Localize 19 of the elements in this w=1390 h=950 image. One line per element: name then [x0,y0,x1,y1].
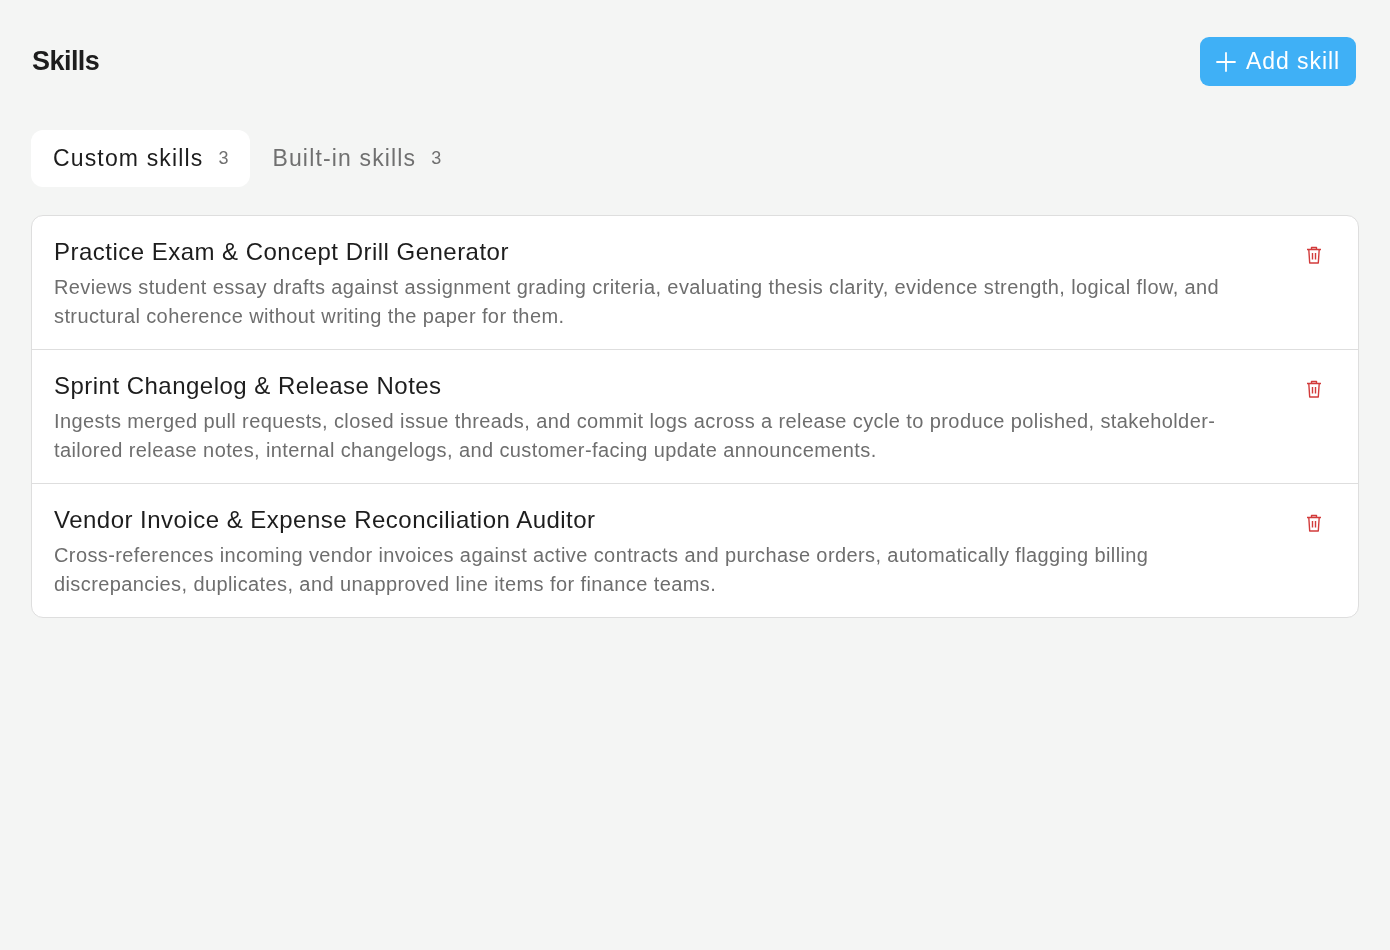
add-skill-button[interactable]: Add skill [1200,37,1356,86]
tab-count: 3 [218,147,229,170]
trash-icon [1306,514,1322,532]
tab[interactable]: Built-in skills 3 [250,130,464,187]
delete-button[interactable] [1305,513,1323,533]
skill-title: Practice Exam & Concept Drill Generator [54,237,510,267]
trash-icon [1306,246,1322,264]
page-title: Skills [32,45,100,79]
skill-description: Reviews student essay drafts against assignment grading criteria, evaluating thesis clarity, evidence strength, logical flow, and structural coherence without writing the paper for them. [54,275,1221,329]
trash-icon [1306,380,1322,398]
tab-count: 3 [431,147,442,170]
skill-description: Ingests merged pull requests, closed issue threads, and commit logs across a release cycle to produce polished, stakeholder-tailored release notes, internal changelogs, and customer-facing update announcements. [54,409,1217,463]
plus-icon [1216,51,1237,72]
delete-button[interactable] [1305,245,1323,265]
skill-title: Sprint Changelog & Release Notes [54,371,443,401]
delete-button[interactable] [1305,379,1323,399]
tab[interactable]: Custom skills 3 [31,130,251,187]
skill-title: Vendor Invoice & Expense Reconciliation Auditor [54,505,597,535]
skill-description: Cross-references incoming vendor invoices against active contracts and purchase orders, automatically flagging billing discrepancies, duplicates, and unapproved line items for finance teams. [54,543,1150,597]
